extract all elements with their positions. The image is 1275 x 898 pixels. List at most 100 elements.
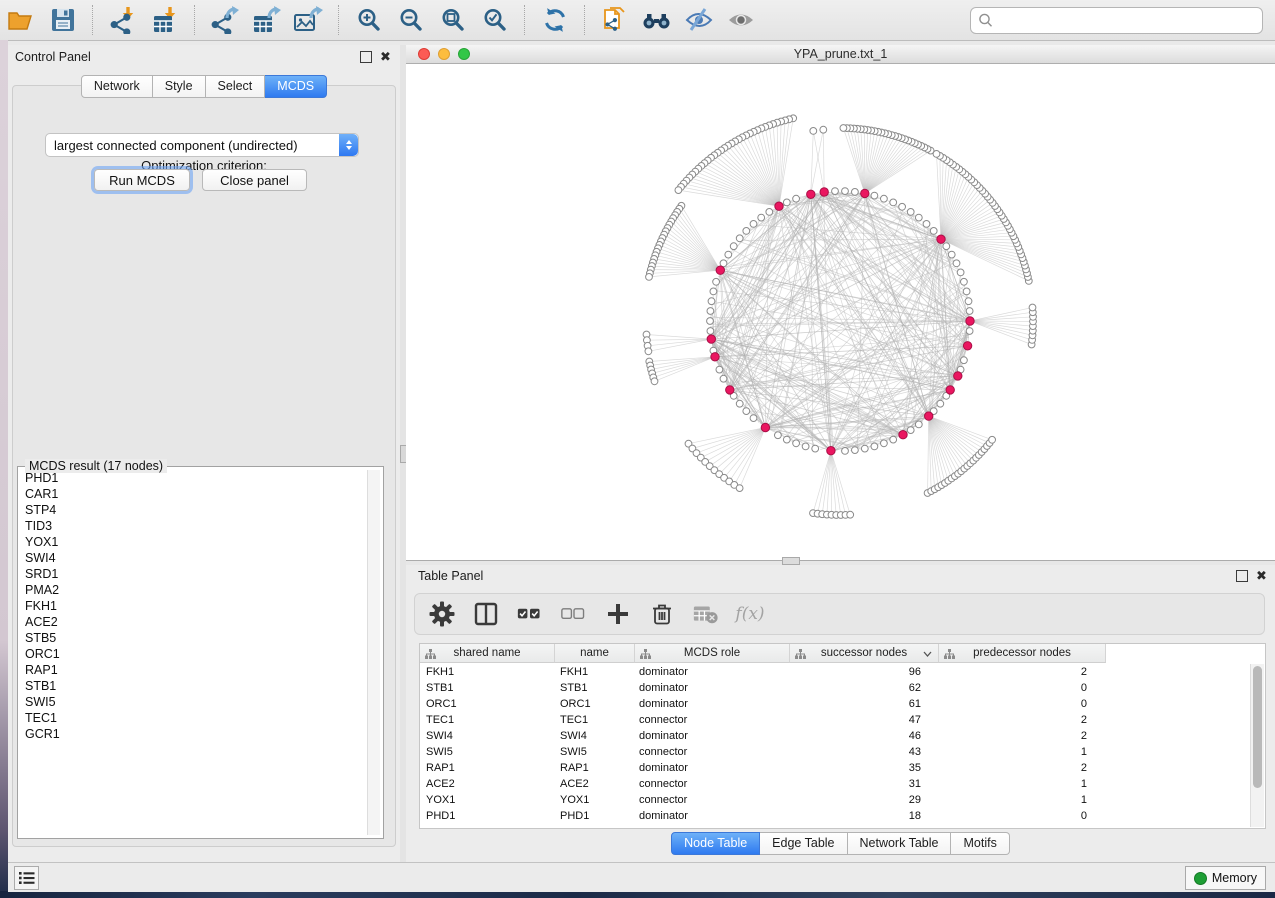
network-node[interactable] — [937, 400, 944, 407]
export-table-icon[interactable] — [252, 5, 282, 35]
network-node[interactable] — [832, 188, 839, 195]
export-image-icon[interactable] — [294, 5, 324, 35]
network-window-titlebar[interactable]: YPA_prune.txt_1 — [406, 45, 1275, 64]
network-leaf-node[interactable] — [645, 348, 652, 355]
mcds-result-node[interactable]: TID3 — [21, 518, 368, 534]
zoom-in-icon[interactable] — [354, 5, 384, 35]
network-leaf-node[interactable] — [933, 151, 940, 158]
mcds-result-node[interactable]: SRD1 — [21, 566, 368, 582]
deselect-all-icon[interactable] — [561, 601, 587, 627]
optimization-criterion-dropdown[interactable]: largest connected component (undirected) — [45, 133, 359, 157]
network-node[interactable] — [963, 288, 970, 295]
network-hub-node[interactable] — [946, 386, 954, 394]
network-hub-node[interactable] — [707, 335, 715, 343]
network-node[interactable] — [758, 214, 765, 221]
network-node[interactable] — [852, 189, 859, 196]
network-node[interactable] — [953, 260, 960, 267]
network-node[interactable] — [907, 209, 914, 216]
float-table-panel-icon[interactable] — [1236, 570, 1248, 582]
select-all-icon[interactable] — [517, 601, 543, 627]
show-all-icon[interactable] — [726, 5, 756, 35]
tab-motifs[interactable]: Motifs — [951, 832, 1009, 855]
network-hub-node[interactable] — [937, 235, 945, 243]
table-row-FKH1[interactable]: FKH1FKH1dominator962 — [420, 664, 1101, 680]
tab-node-table[interactable]: Node Table — [671, 832, 760, 855]
network-node[interactable] — [743, 408, 750, 415]
network-hub-node[interactable] — [963, 342, 971, 350]
table-settings-icon[interactable] — [429, 601, 455, 627]
network-leaf-node[interactable] — [651, 378, 658, 385]
network-node[interactable] — [775, 432, 782, 439]
close-table-panel-icon[interactable]: ✖ — [1256, 571, 1267, 581]
close-panel-button[interactable]: Close panel — [202, 169, 307, 191]
table-row-YOX1[interactable]: YOX1YOX1connector291 — [420, 792, 1101, 808]
tab-network[interactable]: Network — [81, 75, 153, 98]
mcds-result-node[interactable]: YOX1 — [21, 534, 368, 550]
network-hub-node[interactable] — [775, 202, 783, 210]
mcds-result-node[interactable]: ORC1 — [21, 646, 368, 662]
network-node[interactable] — [713, 278, 720, 285]
add-column-icon[interactable] — [605, 601, 631, 627]
window-minimize-traffic-light[interactable] — [438, 48, 450, 60]
network-canvas[interactable] — [406, 64, 1275, 561]
window-close-traffic-light[interactable] — [418, 48, 430, 60]
table-row-SWI4[interactable]: SWI4SWI4dominator462 — [420, 728, 1101, 744]
table-row-STB1[interactable]: STB1STB1dominator620 — [420, 680, 1101, 696]
network-hub-node[interactable] — [726, 386, 734, 394]
show-columns-icon[interactable] — [473, 601, 499, 627]
network-node[interactable] — [915, 214, 922, 221]
table-row-PHD1[interactable]: PHD1PHD1dominator180 — [420, 808, 1101, 824]
mcds-result-node[interactable]: ACE2 — [21, 614, 368, 630]
column-header-predecessor-nodes[interactable]: predecessor nodes — [939, 644, 1106, 663]
mcds-result-node[interactable]: TEC1 — [21, 710, 368, 726]
network-node[interactable] — [943, 243, 950, 250]
network-node[interactable] — [890, 199, 897, 206]
network-node[interactable] — [743, 228, 750, 235]
network-node[interactable] — [725, 251, 732, 258]
network-leaf-node[interactable] — [989, 436, 996, 443]
export-network-icon[interactable] — [210, 5, 240, 35]
network-node[interactable] — [736, 400, 743, 407]
search-input[interactable] — [996, 13, 1262, 29]
close-panel-icon[interactable]: ✖ — [380, 52, 391, 62]
column-header-name[interactable]: name — [555, 644, 635, 663]
zoom-selected-icon[interactable] — [480, 5, 510, 35]
network-graph[interactable] — [406, 64, 1275, 561]
network-node[interactable] — [750, 221, 757, 228]
network-hub-node[interactable] — [925, 412, 933, 420]
mcds-result-node[interactable]: PMA2 — [21, 582, 368, 598]
zoom-out-icon[interactable] — [396, 5, 426, 35]
column-header-shared-name[interactable]: shared name — [420, 644, 555, 663]
network-node[interactable] — [812, 445, 819, 452]
network-leaf-node[interactable] — [840, 125, 847, 132]
network-hub-node[interactable] — [827, 447, 835, 455]
refresh-icon[interactable] — [540, 5, 570, 35]
network-node[interactable] — [783, 199, 790, 206]
network-node[interactable] — [871, 443, 878, 450]
mcds-list-scrollbar[interactable] — [367, 470, 380, 835]
search-box[interactable] — [970, 7, 1263, 34]
mcds-result-node[interactable]: GCR1 — [21, 726, 368, 742]
network-node[interactable] — [966, 308, 973, 315]
import-network-icon[interactable] — [108, 5, 138, 35]
network-hub-node[interactable] — [820, 188, 828, 196]
network-node[interactable] — [783, 436, 790, 443]
horizontal-splitter-handle[interactable] — [782, 557, 800, 565]
network-hub-node[interactable] — [954, 372, 962, 380]
table-row-RAP1[interactable]: RAP1RAP1dominator352 — [420, 760, 1101, 776]
network-node[interactable] — [708, 298, 715, 305]
network-leaf-node[interactable] — [1029, 304, 1036, 311]
network-node[interactable] — [793, 440, 800, 447]
mcds-result-node[interactable]: RAP1 — [21, 662, 368, 678]
column-header-MCDS-role[interactable]: MCDS role — [635, 644, 790, 663]
clone-network-icon[interactable] — [600, 5, 630, 35]
column-header-successor-nodes[interactable]: successor nodes — [790, 644, 939, 663]
mcds-result-node[interactable]: SWI5 — [21, 694, 368, 710]
table-scrollbar[interactable] — [1250, 664, 1264, 827]
network-node[interactable] — [871, 192, 878, 199]
search-network-icon[interactable] — [642, 5, 672, 35]
import-table-icon[interactable] — [150, 5, 180, 35]
network-node[interactable] — [907, 427, 914, 434]
network-node[interactable] — [710, 288, 717, 295]
network-hub-node[interactable] — [861, 189, 869, 197]
